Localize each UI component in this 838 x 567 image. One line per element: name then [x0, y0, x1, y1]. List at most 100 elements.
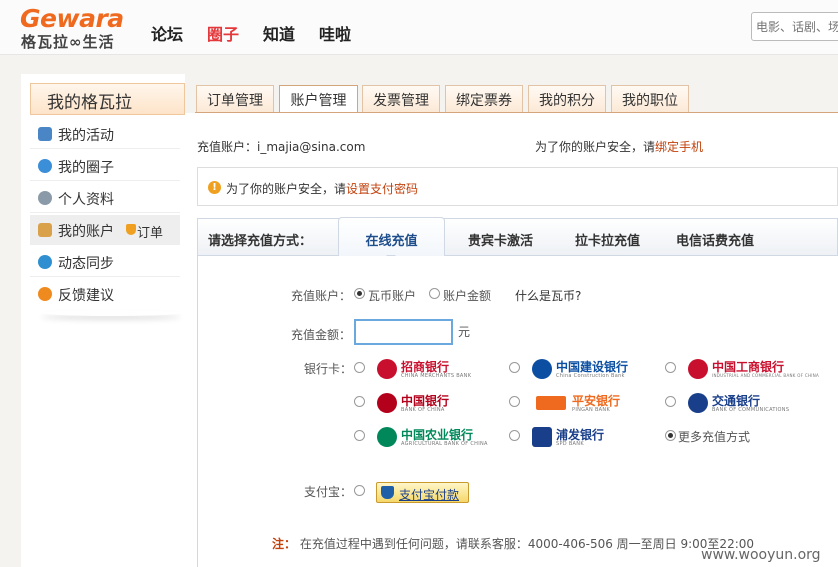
gear-icon — [38, 191, 52, 205]
amount-label: 充值金额： — [291, 328, 352, 342]
alipay-button-label: 支付宝付款 — [399, 488, 460, 502]
radio-bank-cmb[interactable] — [354, 362, 365, 373]
what-is-wabi-link[interactable]: 什么是瓦币? — [515, 287, 581, 304]
bank-bocom[interactable]: 交通银行 BANK OF COMMUNICATIONS — [688, 392, 798, 416]
sidebar-item-label: 我的活动 — [58, 128, 114, 144]
bank-icbc[interactable]: 中国工商银行 INDUSTRIAL AND COMMERCIAL BANK OF… — [688, 358, 819, 382]
bank-name-en: BANK OF CHINA — [401, 407, 445, 413]
radio-balance[interactable] — [429, 288, 440, 299]
sidebar-item-circle[interactable]: 我的圈子 — [30, 151, 180, 181]
bank-name-en: INDUSTRIAL AND COMMERCIAL BANK OF CHINA — [712, 373, 820, 378]
recharge-method-bar: 请选择充值方式： 在线充值 贵宾卡激活 拉卡拉充值 电信话费充值 — [197, 217, 838, 260]
nav-circle[interactable]: 圈子 — [207, 21, 239, 45]
bocom-logo-icon — [688, 393, 708, 413]
bank-name-en: AGRICULTURAL BANK OF CHINA — [401, 441, 488, 447]
radio-bank-ccb[interactable] — [509, 362, 520, 373]
bank-spd[interactable]: 浦发银行 SPD BANK — [532, 426, 622, 450]
bank-name-en: CHINA MERCHANTS BANK — [401, 373, 472, 379]
nav-wala[interactable]: 哇啦 — [319, 21, 351, 45]
more-methods-label[interactable]: 更多充值方式 — [678, 428, 750, 445]
watermark: www.wooyun.org — [701, 547, 821, 563]
cmb-logo-icon — [377, 359, 397, 379]
sidebar-item-label: 个人资料 — [58, 192, 114, 208]
activity-icon — [38, 127, 52, 141]
sidebar-item-profile[interactable]: 个人资料 — [30, 183, 180, 213]
alipay-label: 支付宝： — [304, 485, 353, 499]
sidebar-item-label: 动态同步 — [58, 256, 114, 272]
tab-invoice[interactable]: 发票管理 — [362, 85, 440, 112]
radio-bank-abc[interactable] — [354, 430, 365, 441]
tab-online-recharge[interactable]: 在线充值 — [338, 217, 445, 257]
shield-icon — [126, 224, 136, 235]
tab-orders[interactable]: 订单管理 — [196, 85, 274, 112]
tab-telecom[interactable]: 电信话费充值 — [676, 230, 754, 249]
sidebar-item-account[interactable]: 我的账户 订单 — [30, 215, 180, 245]
logo-text-en: Gewara — [20, 4, 124, 33]
ccb-logo-icon — [532, 359, 552, 379]
recharge-method-label: 请选择充值方式： — [208, 234, 313, 249]
radio-bank-pingan[interactable] — [509, 396, 520, 407]
info-icon — [38, 287, 52, 301]
sidebar-item-label: 我的账户 — [58, 224, 114, 240]
bind-phone-notice: 为了你的账户安全，请绑定手机 — [535, 138, 703, 155]
account-info: 充值账户：i_majia@sina.com — [197, 138, 365, 155]
bank-pingan[interactable]: 平安银行 PINGAN BANK — [536, 392, 636, 416]
sidebar-item-label: 我的圈子 — [58, 160, 114, 176]
wallet-icon — [38, 223, 52, 237]
sidebar-subitem-orders[interactable]: 订单 — [137, 222, 163, 241]
abc-logo-icon — [377, 427, 397, 447]
shield-icon — [381, 486, 394, 499]
nav-forum[interactable]: 论坛 — [151, 21, 183, 45]
sync-icon — [38, 255, 52, 269]
bank-card-label: 银行卡： — [304, 362, 353, 376]
radio-bank-spd[interactable] — [509, 430, 520, 441]
amount-unit: 元 — [458, 325, 471, 339]
bank-name-en: PINGAN BANK — [572, 407, 611, 413]
tab-account[interactable]: 账户管理 — [279, 85, 358, 113]
radio-balance-label[interactable]: 账户金额 — [443, 287, 491, 304]
bank-cmb[interactable]: 招商银行 CHINA MERCHANTS BANK — [377, 358, 487, 382]
tab-position[interactable]: 我的职位 — [611, 85, 689, 112]
logo-text-cn: 格瓦拉∞生活 — [21, 33, 115, 51]
sidebar-item-feedback[interactable]: 反馈建议 — [30, 279, 180, 309]
note-label: 注： — [272, 537, 297, 551]
warning-prefix: 为了你的账户安全，请 — [226, 182, 347, 196]
radio-bank-bocom[interactable] — [665, 396, 676, 407]
tab-bind-tickets[interactable]: 绑定票券 — [445, 85, 523, 112]
radio-more-methods[interactable] — [665, 430, 676, 441]
radio-alipay[interactable] — [354, 485, 365, 496]
spd-logo-icon — [532, 427, 552, 447]
radio-wabi-label[interactable]: 瓦币账户 — [368, 287, 416, 304]
bank-boc[interactable]: 中国银行 BANK OF CHINA — [377, 392, 487, 416]
sidebar-item-sync[interactable]: 动态同步 — [30, 247, 180, 277]
bind-phone-link[interactable]: 绑定手机 — [655, 140, 703, 154]
account-label: 充值账户： — [197, 140, 258, 154]
set-password-link[interactable]: 设置支付密码 — [346, 182, 418, 196]
support-note: 注： 在充值过程中遇到任何问题，请联系客服：4000-406-506 周一至周日… — [272, 535, 754, 552]
note-text: 在充值过程中遇到任何问题，请联系客服：4000-406-506 周一至周日 9:… — [299, 537, 755, 551]
sidebar: 我的格瓦拉 我的活动 我的圈子 个人资料 我的账户 订单 动态同步 反馈建议 — [21, 74, 185, 567]
account-email: i_majia@sina.com — [257, 140, 366, 154]
radio-bank-icbc[interactable] — [665, 362, 676, 373]
sidebar-shadow — [41, 310, 181, 316]
amount-input[interactable] — [354, 319, 453, 345]
bank-ccb[interactable]: 中国建设银行 China Construction Bank — [532, 358, 642, 382]
sidebar-title: 我的格瓦拉 — [30, 83, 185, 115]
radio-bank-boc[interactable] — [354, 396, 365, 407]
alipay-pay-button[interactable]: 支付宝付款 — [376, 482, 469, 503]
warning-icon: ! — [208, 181, 221, 194]
icbc-logo-icon — [688, 359, 708, 379]
pingan-logo-icon — [536, 396, 566, 410]
search-input[interactable] — [751, 12, 838, 41]
tab-lakala[interactable]: 拉卡拉充值 — [575, 230, 640, 249]
tab-vip-card[interactable]: 贵宾卡激活 — [468, 230, 533, 249]
tab-points[interactable]: 我的积分 — [528, 85, 606, 112]
nav-zhidao[interactable]: 知道 — [263, 21, 295, 45]
payment-password-warning: ! 为了你的账户安全，请设置支付密码 — [197, 167, 838, 206]
bank-name-en: SPD BANK — [556, 441, 584, 447]
sidebar-item-activity[interactable]: 我的活动 — [30, 119, 180, 149]
bank-abc[interactable]: 中国农业银行 AGRICULTURAL BANK OF CHINA — [377, 426, 487, 450]
bind-phone-prefix: 为了你的账户安全，请 — [535, 140, 656, 154]
radio-wabi[interactable] — [354, 288, 365, 299]
gewara-logo[interactable]: Gewara 格瓦拉∞生活 — [20, 4, 130, 51]
